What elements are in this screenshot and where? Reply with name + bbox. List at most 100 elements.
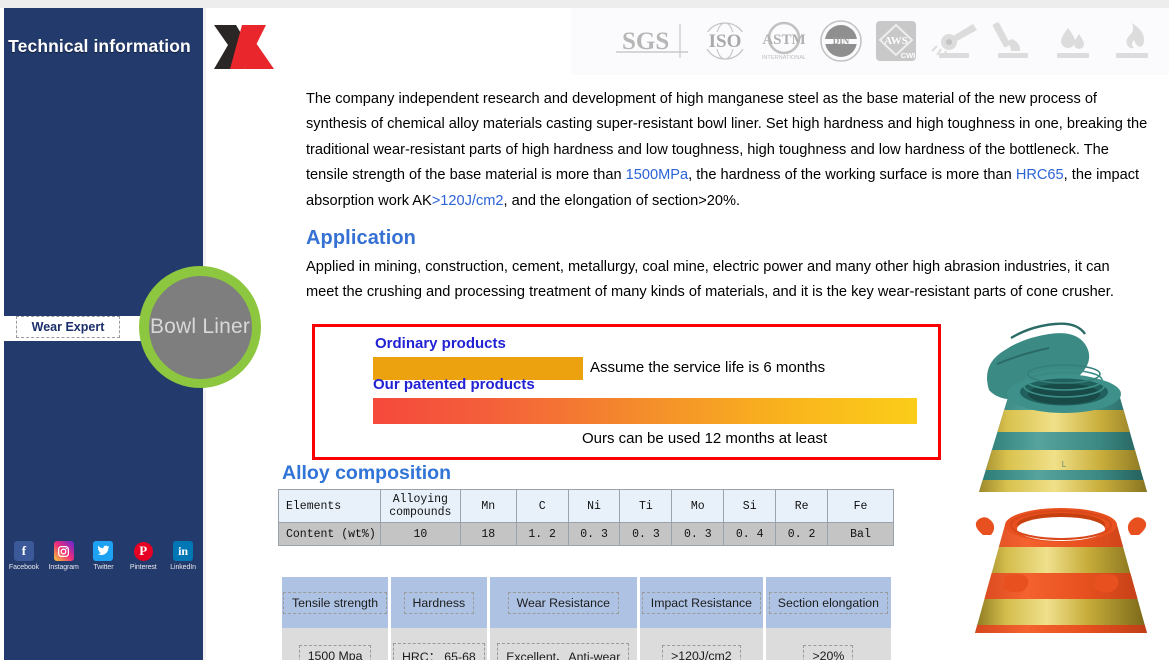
prop-header-section-elongation: Section elongation (765, 577, 891, 628)
social-link-twitter[interactable]: Twitter (84, 541, 122, 572)
application-paragraph: Applied in mining, construction, cement,… (306, 259, 1114, 301)
alloy-header-line1: Alloying (392, 493, 448, 506)
page-title: Technical information (8, 36, 191, 56)
chart-note-ordinary: Assume the service life is 6 months (590, 359, 826, 376)
alloy-header-mn: Mn (459, 489, 517, 523)
svg-text:CWI: CWI (901, 51, 916, 60)
heat-flame-icon (1108, 20, 1156, 67)
intro-part4: , and the elongation of section>20%. (503, 192, 741, 209)
alloy-value-alloying-compounds: 10 (379, 522, 461, 546)
prop-header-hardness-text: Hardness (403, 591, 475, 614)
intro-part2: , the hardness of the working surface is… (688, 167, 1016, 184)
impact-value: >120J/cm2 (431, 192, 504, 209)
table-header-row: Elements Alloying compounds Mn C Ni Ti M… (278, 489, 894, 523)
svg-text:ISO: ISO (709, 31, 742, 52)
prop-value-section-elongation: >20% (765, 628, 891, 660)
yl-company-logo (214, 23, 290, 71)
pinterest-icon[interactable]: P (133, 541, 153, 561)
social-link-instagram[interactable]: Instagram (45, 541, 83, 572)
wear-expert-badge: Wear Expert (16, 316, 120, 338)
table-header-row: Tensile strength Hardness Wear Resistanc… (282, 577, 891, 628)
alloy-header-alloying-compounds: Alloying compounds (379, 489, 461, 523)
prop-header-tensile-strength: Tensile strength (282, 577, 389, 628)
alloy-value-re: 0. 2 (775, 522, 829, 546)
prop-value-impact-resistance-text: >120J/cm2 (662, 644, 741, 660)
service-life-comparison-chart: Ordinary products Assume the service lif… (312, 324, 941, 460)
alloy-header-si: Si (723, 489, 777, 523)
alloy-header-fe: Fe (827, 489, 894, 523)
iso-certification-badge: ISO (701, 21, 749, 66)
social-links-row: f Facebook Instagram Twitter P Pinterest… (4, 541, 203, 577)
table-row: Content (wt%) 10 18 1. 2 0. 3 0. 3 0. 3 … (278, 522, 894, 546)
prop-value-wear-resistance-text: Excellent、Anti-wear (497, 642, 630, 660)
intro-paragraph: The company independent research and dev… (306, 87, 1151, 214)
svg-text:ASTM: ASTM (762, 32, 805, 48)
alloy-value-fe: Bal (827, 522, 894, 546)
prop-header-impact-resistance-text: Impact Resistance (641, 591, 761, 614)
prop-header-hardness: Hardness (391, 577, 487, 628)
prop-header-impact-resistance: Impact Resistance (639, 577, 763, 628)
prop-value-impact-resistance: >120J/cm2 (639, 628, 763, 660)
sgs-certification-badge: SGS (616, 22, 690, 65)
facebook-icon[interactable]: f (13, 541, 34, 561)
alloy-value-mo: 0. 3 (671, 522, 725, 546)
social-label-facebook: Facebook (8, 564, 39, 571)
prop-value-hardness: HRC： 65-68 (391, 628, 487, 660)
alloy-value-ni: 0. 3 (567, 522, 621, 546)
social-label-instagram: Instagram (48, 564, 79, 571)
alloy-header-elements: Elements (278, 489, 381, 523)
alloy-header-line2: compounds (389, 506, 452, 519)
chart-note-patented: Ours can be used 12 months at least (582, 430, 828, 447)
prop-header-wear-resistance-text: Wear Resistance (507, 591, 619, 614)
alloy-value-ti: 0. 3 (619, 522, 673, 546)
mechanical-properties-table: Tensile strength Hardness Wear Resistanc… (279, 577, 894, 660)
alloy-header-ti: Ti (619, 489, 673, 523)
page-header: SGS ISO ASTM INTERNATIONAL DIN AWS CWI (206, 8, 1169, 80)
corrosion-droplet-icon (1049, 20, 1097, 67)
prop-value-hardness-text: HRC： 65-68 (392, 642, 485, 660)
chart-bar-patented (373, 398, 917, 424)
alloy-header-re: Re (775, 489, 829, 523)
social-label-pinterest: Pinterest (129, 564, 157, 571)
alloy-value-mn: 18 (459, 522, 517, 546)
table-row: 1500 Mpa HRC： 65-68 Excellent、Anti-wear … (282, 628, 891, 660)
alloy-value-c: 1. 2 (515, 522, 569, 546)
svg-text:AWS: AWS (884, 35, 908, 47)
certification-logos: SGS ISO ASTM INTERNATIONAL DIN AWS CWI (616, 19, 1169, 68)
tensile-strength-value: 1500MPa (625, 167, 689, 184)
grinding-resistance-icon (929, 20, 979, 67)
prop-value-section-elongation-text: >20% (803, 644, 854, 660)
social-link-facebook[interactable]: f Facebook (5, 541, 43, 572)
instagram-icon[interactable] (53, 541, 74, 561)
prop-value-wear-resistance: Excellent、Anti-wear (489, 628, 637, 660)
svg-text:SGS: SGS (622, 28, 669, 55)
prop-header-section-elongation-text: Section elongation (768, 591, 888, 614)
linkedin-icon[interactable]: in (173, 541, 194, 561)
chart-label-ordinary: Ordinary products (375, 335, 506, 352)
din-certification-badge: DIN (819, 19, 863, 68)
svg-text:INTERNATIONAL: INTERNATIONAL (762, 55, 806, 61)
social-link-linkedin[interactable]: in LinkedIn (164, 541, 202, 572)
svg-text:DIN: DIN (833, 36, 850, 46)
svg-text:L: L (1062, 460, 1067, 469)
twitter-icon[interactable] (93, 541, 114, 561)
social-label-twitter: Twitter (93, 564, 114, 571)
technical-information-page: Technical information Wear Expert Bowl L… (0, 0, 1169, 660)
alloy-header-c: C (515, 489, 569, 523)
top-strip (0, 0, 1169, 8)
alloy-value-si: 0. 4 (723, 522, 777, 546)
alloy-row-label: Content (wt%) (278, 522, 381, 546)
alloy-header-mo: Mo (671, 489, 725, 523)
social-link-pinterest[interactable]: P Pinterest (124, 541, 162, 572)
prop-header-wear-resistance: Wear Resistance (489, 577, 637, 628)
prop-value-tensile-strength-text: 1500 Mpa (298, 644, 372, 660)
chart-label-patented: Our patented products (373, 376, 535, 393)
impact-hammer-icon (990, 20, 1038, 67)
bowl-liner-orange-photo (961, 485, 1161, 645)
astm-certification-badge: ASTM INTERNATIONAL (760, 20, 808, 67)
prop-value-tensile-strength: 1500 Mpa (282, 628, 389, 660)
prop-header-tensile-strength-text: Tensile strength (283, 591, 388, 614)
alloy-header-ni: Ni (567, 489, 621, 523)
application-heading: Application (306, 227, 416, 249)
aws-cwi-certification-badge: AWS CWI (874, 19, 918, 68)
